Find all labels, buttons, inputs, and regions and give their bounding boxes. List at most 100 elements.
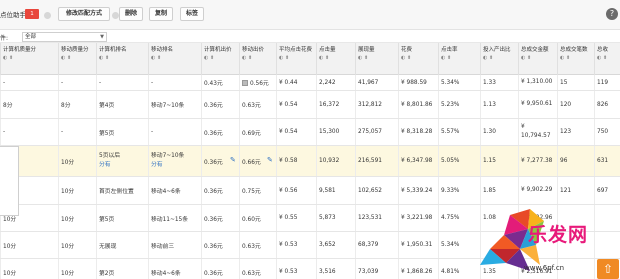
- sort-arrows-icon[interactable]: ◐ ⬍: [401, 54, 436, 62]
- table-row[interactable]: - - - - 0.43元 0.56元 ¥ 0.44 2,242 41,967 ¥ 988.59 5…: [0, 75, 620, 91]
- column-header[interactable]: 计算机出价 ◐ ⬍: [201, 43, 239, 75]
- table-cell-pc-bid[interactable]: 0.36元 ✎: [201, 146, 239, 176]
- sort-arrows-icon[interactable]: ◐ ⬍: [151, 54, 199, 62]
- cell-text: 15,300: [319, 129, 340, 135]
- pencil-icon[interactable]: ✎: [230, 157, 237, 164]
- modify-match-button[interactable]: 修改匹配方式: [58, 7, 110, 21]
- table-cell-extra: 826: [594, 91, 620, 118]
- sort-arrows-icon[interactable]: ◐ ⬍: [441, 54, 478, 62]
- cell-text: 1.30: [483, 129, 496, 135]
- table-cell-pc-rank: 无展现: [96, 232, 148, 258]
- copy-button[interactable]: 复制: [149, 7, 173, 21]
- cell-text: 15: [560, 79, 568, 86]
- table-cell-m-bid[interactable]: 0.66元 ✎: [239, 146, 276, 176]
- table-cell-pc-bid[interactable]: 0.36元: [201, 232, 239, 258]
- table-cell-m-rank: 移动4~6条: [148, 259, 201, 279]
- cell-text: 16,372: [319, 101, 340, 108]
- sort-arrows-icon[interactable]: ◐ ⬍: [358, 54, 396, 62]
- column-header[interactable]: 总收 ◐ ⬍: [594, 43, 620, 75]
- cell-text: 10,932: [319, 158, 340, 164]
- table-cell-pc-bid[interactable]: 0.36元: [201, 91, 239, 118]
- column-header[interactable]: 移动质量分 ◐ ⬍: [58, 43, 96, 75]
- column-header[interactable]: 总成交金额 ◐ ⬍: [518, 43, 557, 75]
- table-cell-pc-q: -: [0, 75, 58, 90]
- table-cell-m-bid[interactable]: 0.63元: [239, 91, 276, 118]
- sort-arrows-icon[interactable]: ◐ ⬍: [3, 54, 56, 62]
- table-cell-m-bid[interactable]: 0.56元: [239, 75, 276, 90]
- column-header[interactable]: 移动排名 ◐ ⬍: [148, 43, 201, 75]
- table-cell-ctr: 9.33%: [438, 177, 480, 204]
- table-cell-pc-rank: -: [96, 75, 148, 90]
- column-header[interactable]: 展现量 ◐ ⬍: [355, 43, 398, 75]
- table-cell-pc-bid[interactable]: 0.43元: [201, 75, 239, 90]
- table-row[interactable]: - - 第5页 - 0.36元 0.69元 ¥ 0.54 15,300 275,057 ¥ 8,3…: [0, 119, 620, 146]
- table-cell-pc-bid[interactable]: 0.36元: [201, 119, 239, 145]
- cell-text: 5.57%: [441, 129, 460, 135]
- table-cell-cost: ¥ 3,221.98: [398, 205, 438, 231]
- cell-text: 10分: [61, 270, 75, 277]
- table-row[interactable]: 10分10分首页左侧位置移动4~6条0.36元0.75元¥ 0.569,5811…: [0, 177, 620, 205]
- column-header[interactable]: 花费 ◐ ⬍: [398, 43, 438, 75]
- cell-link[interactable]: 分有: [99, 161, 111, 170]
- cell-text: 750: [597, 129, 609, 135]
- cell-text: -: [151, 129, 154, 135]
- table-cell-orders: 123: [557, 119, 594, 145]
- column-header[interactable]: 点击率 ◐ ⬍: [438, 43, 480, 75]
- delete-button[interactable]: 删除: [119, 7, 143, 21]
- column-header[interactable]: 平均点击花费 ◐ ⬍: [276, 43, 316, 75]
- table-cell-m-bid[interactable]: 0.75元: [239, 177, 276, 204]
- pencil-icon[interactable]: ✎: [267, 157, 274, 164]
- tag-button[interactable]: 标签: [180, 7, 204, 21]
- table-cell-pc-bid[interactable]: 0.36元: [201, 259, 239, 279]
- sort-arrows-icon[interactable]: ◐ ⬍: [61, 54, 94, 62]
- help-circle-icon[interactable]: ?: [606, 8, 618, 20]
- column-header[interactable]: 投入产出比 ◐ ⬍: [480, 43, 518, 75]
- table-cell-m-bid[interactable]: 0.69元: [239, 119, 276, 145]
- cell-text: ¥ 1,868.26: [401, 269, 433, 275]
- sort-arrows-icon[interactable]: ◐ ⬍: [560, 54, 592, 62]
- table-row[interactable]: 10分10分5页以后分有移动7~10条分有0.36元✎0.66元✎¥ 0.581…: [0, 146, 620, 177]
- column-header[interactable]: 计算机排名 ◐ ⬍: [96, 43, 148, 75]
- cell-text: 121: [560, 187, 572, 194]
- cell-text: 96: [560, 158, 568, 164]
- table-cell-pc-q: 8分: [0, 91, 58, 118]
- sort-arrows-icon[interactable]: ◐ ⬍: [521, 54, 555, 62]
- table-cell-m-bid[interactable]: 0.60元: [239, 205, 276, 231]
- table-cell-m-bid[interactable]: 0.63元: [239, 232, 276, 258]
- table-cell-pc-bid[interactable]: 0.36元: [201, 205, 239, 231]
- cell-text: 0.63元: [242, 243, 261, 250]
- sort-arrows-icon[interactable]: ◐ ⬍: [483, 54, 516, 62]
- cell-text: 9,581: [319, 187, 336, 194]
- cell-text: 4.81%: [441, 269, 460, 275]
- sort-arrows-icon[interactable]: ◐ ⬍: [99, 54, 146, 62]
- sort-arrows-icon[interactable]: ◐ ⬍: [242, 54, 274, 62]
- back-to-top-icon[interactable]: ⇧: [597, 259, 619, 279]
- cell-text: 697: [597, 187, 609, 194]
- table-cell-cpc: ¥ 0.54: [276, 91, 316, 118]
- cell-link[interactable]: 分有: [151, 161, 163, 170]
- toolbar-badge[interactable]: 1: [25, 9, 39, 19]
- cell-text: 移动7~10条: [151, 103, 185, 109]
- table-cell-pc-bid[interactable]: 0.36元: [201, 177, 239, 204]
- sort-arrows-icon[interactable]: ◐ ⬍: [319, 54, 353, 62]
- filter-select[interactable]: 全部 ▼: [22, 32, 107, 42]
- sort-arrows-icon[interactable]: ◐ ⬍: [597, 54, 620, 62]
- table-cell-ctr: 4.75%: [438, 205, 480, 231]
- table-cell-cpc: ¥ 0.54: [276, 119, 316, 145]
- table-cell-gmv: ¥ 9,950.61: [518, 91, 557, 118]
- column-header[interactable]: 移动出价 ◐ ⬍: [239, 43, 276, 75]
- table-row[interactable]: 8分 8分 第4页 移动7~10条 0.36元 0.63元 ¥ 0.54 16,372 312,…: [0, 91, 620, 119]
- cell-text: 102,652: [358, 187, 382, 194]
- table-cell-clicks: 16,372: [316, 91, 355, 118]
- column-header[interactable]: 计算机质量分 ◐ ⬍: [0, 43, 58, 75]
- table-cell-m-bid[interactable]: 0.63元: [239, 259, 276, 279]
- column-header[interactable]: 总成交笔数 ◐ ⬍: [557, 43, 594, 75]
- column-header-label: 移动出价: [242, 47, 265, 53]
- sort-arrows-icon[interactable]: ◐ ⬍: [204, 54, 237, 62]
- table-row[interactable]: 10分 10分 无展现 移动前三 0.36元 0.63元 ¥ 0.53 3,652 68,379…: [0, 232, 620, 259]
- table-row[interactable]: 10分 10分 第5页 移动11~15条 0.36元 0.60元 ¥ 0.55 5,873 12…: [0, 205, 620, 232]
- cell-text: ¥ 9,950.61: [521, 101, 553, 107]
- sort-arrows-icon[interactable]: ◐ ⬍: [279, 54, 314, 62]
- column-header[interactable]: 点击量 ◐ ⬍: [316, 43, 355, 75]
- toolbar: 点位助手 1 修改匹配方式 删除 复制 标签 ?: [0, 0, 620, 30]
